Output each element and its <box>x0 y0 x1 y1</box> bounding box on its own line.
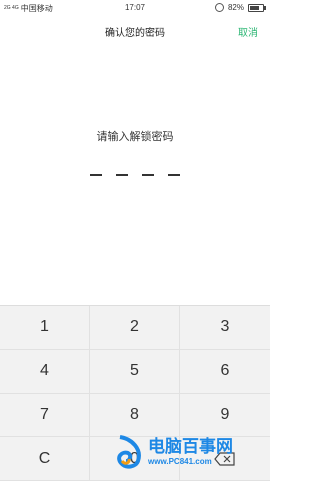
unlock-prompt: 请输入解锁密码 <box>96 131 174 143</box>
delete-button[interactable] <box>180 437 270 481</box>
pin-dash <box>90 174 102 176</box>
header: 确认您的密码 取消 <box>0 16 270 44</box>
status-bar: 2G 4G 中国移动 17:07 82% <box>0 0 270 16</box>
backspace-icon <box>214 452 235 466</box>
key-5[interactable]: 5 <box>90 349 180 394</box>
key-2[interactable]: 2 <box>90 306 180 350</box>
alarm-icon <box>214 3 224 12</box>
numeric-keypad: 1 2 3 4 5 6 7 8 9 C 0 <box>0 305 270 481</box>
key-1[interactable]: 1 <box>0 306 90 350</box>
battery-icon <box>248 3 266 12</box>
pin-dash <box>168 174 180 176</box>
key-8[interactable]: 8 <box>90 393 180 438</box>
pin-dashes <box>0 168 270 176</box>
key-7[interactable]: 7 <box>0 393 90 438</box>
status-right: 82% <box>214 3 266 12</box>
key-6[interactable]: 6 <box>180 350 270 394</box>
cancel-button[interactable]: 取消 <box>238 24 258 39</box>
key-9[interactable]: 9 <box>180 394 270 438</box>
pin-dash <box>116 174 128 176</box>
key-3[interactable]: 3 <box>180 306 270 350</box>
battery-percent: 82% <box>227 3 244 12</box>
pin-dash <box>142 174 154 176</box>
key-4[interactable]: 4 <box>0 349 90 394</box>
page-title: 确认您的密码 <box>105 28 165 39</box>
key-clear[interactable]: C <box>0 437 90 481</box>
key-0[interactable]: 0 <box>90 437 180 481</box>
